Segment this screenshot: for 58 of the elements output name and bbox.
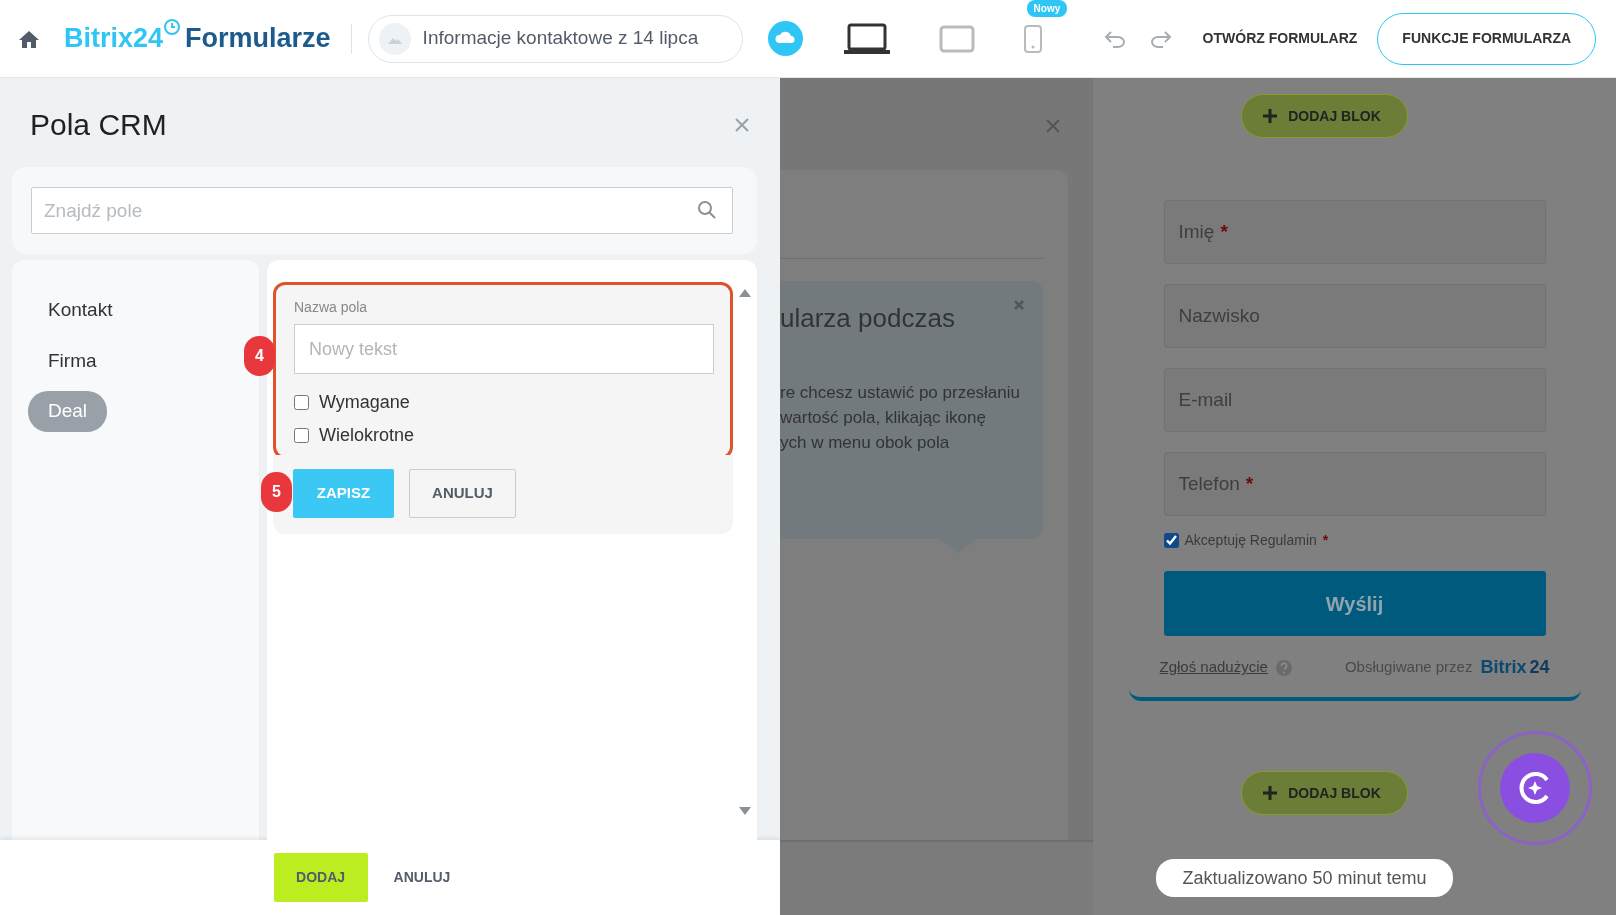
panel-title: Pola CRM [30, 107, 167, 143]
redo-icon[interactable] [1148, 28, 1173, 49]
search-field[interactable]: Znajdź pole [31, 187, 733, 234]
cloud-icon [767, 21, 803, 56]
form-features-button[interactable]: FUNKCJE FORMULARZA [1377, 12, 1597, 65]
field-name-label: Nazwa pola [294, 298, 369, 317]
close-icon[interactable] [1045, 118, 1061, 134]
category-tab[interactable]: Firma [28, 340, 117, 381]
report-link[interactable]: Zgłoś nadużycie [1159, 656, 1268, 679]
search-icon [697, 200, 717, 220]
close-icon[interactable] [734, 116, 750, 133]
clock-icon [163, 18, 182, 37]
submit-button[interactable]: Wyślij [1163, 571, 1546, 636]
hint-text: wartość pola, klikając ikonę [780, 407, 986, 429]
laptop-icon[interactable] [842, 22, 891, 55]
option-label: Wymagane [319, 391, 410, 414]
plus-icon [1262, 785, 1279, 801]
logo-brand: Bitrix24 [64, 22, 164, 56]
close-icon[interactable] [1013, 299, 1025, 311]
picture-icon [378, 22, 411, 55]
status-pill: Zaktualizowano 50 minut temu [1156, 859, 1453, 897]
save-button[interactable]: ZAPISZ [293, 469, 394, 518]
input-field[interactable]: Imię * [1163, 200, 1546, 264]
hint-text: ych w menu obok pola [780, 432, 950, 454]
input-field[interactable]: Telefon * [1163, 452, 1546, 516]
hint-text: re chcesz ustawić po przesłaniu [780, 382, 1020, 404]
checkbox[interactable] [294, 428, 309, 443]
brand-logo: Bitrix 24 [1480, 656, 1550, 679]
category-tab[interactable]: Deal [28, 391, 108, 432]
field-name-input[interactable]: Nowy tekst [294, 324, 714, 374]
tablet-icon[interactable] [938, 24, 975, 53]
option-label: Wielokrotne [319, 424, 415, 447]
assistant-button[interactable] [1478, 731, 1592, 845]
hint-heading: ularza podczas [780, 302, 955, 335]
cancel-link[interactable]: ANULUJ [387, 866, 457, 889]
open-form-button[interactable]: OTWÓRZ FORMULARZ [1190, 20, 1370, 57]
add-block-button[interactable]: DODAJ BLOK [1241, 771, 1408, 815]
undo-icon[interactable] [1102, 28, 1127, 49]
cancel-button[interactable]: ANULUJ [409, 469, 516, 518]
input-field[interactable]: Nazwisko [1163, 284, 1546, 348]
assistant-icon [1500, 753, 1570, 823]
add-button[interactable]: DODAJ [273, 853, 368, 902]
step-marker: 5 [261, 472, 292, 512]
scroll-down-icon[interactable] [739, 806, 751, 816]
plus-icon [1262, 108, 1279, 124]
phone-icon[interactable] [1022, 23, 1043, 54]
checkbox[interactable] [294, 395, 309, 410]
step-marker: 4 [244, 336, 275, 376]
input-field[interactable]: E-mail [1163, 368, 1546, 432]
add-block-button[interactable]: DODAJ BLOK [1241, 94, 1408, 138]
checkbox[interactable] [1163, 533, 1179, 548]
home-icon[interactable] [18, 28, 40, 49]
consent-label: Akceptuję Regulamin * [1184, 531, 1329, 550]
help-icon [1275, 659, 1292, 676]
category-tab[interactable]: Kontakt [28, 290, 133, 331]
logo-product: Formularze [185, 22, 331, 56]
new-badge: Nowy [1026, 0, 1068, 17]
scroll-up-icon[interactable] [739, 288, 751, 298]
